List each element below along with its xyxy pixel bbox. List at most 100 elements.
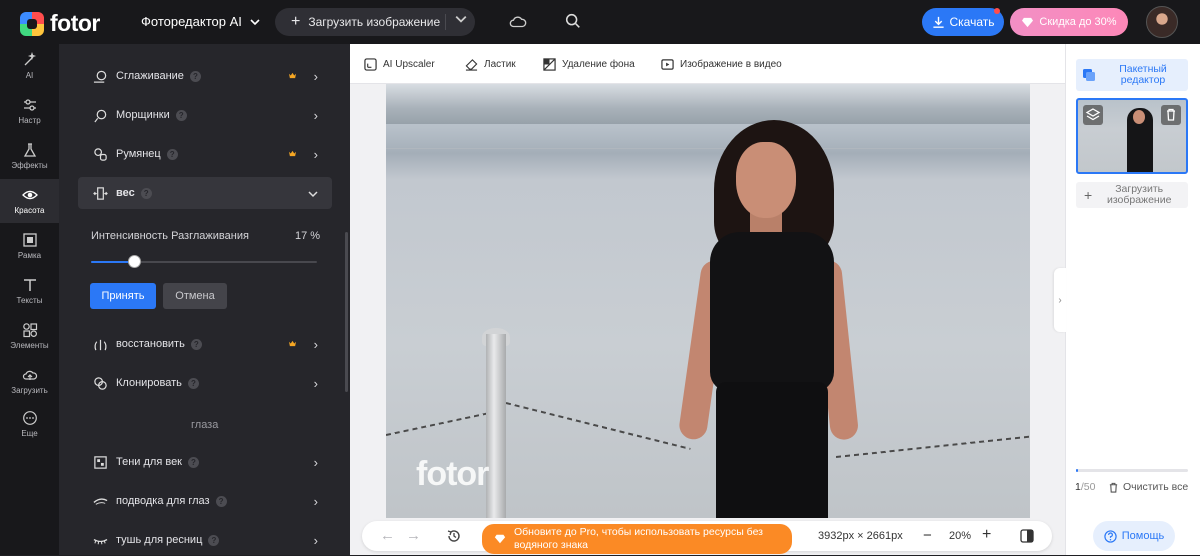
beauty-item-label: тушь для ресниц <box>116 534 203 546</box>
category-label: Эффекты <box>11 161 48 170</box>
intensity-slider-track[interactable] <box>91 261 317 263</box>
category-effects[interactable]: Эффекты <box>0 134 59 178</box>
help-icon[interactable]: ? <box>208 534 220 546</box>
category-label: Рамка <box>17 251 42 260</box>
flask-icon <box>23 143 36 157</box>
beauty-item-clone[interactable]: Клонировать ? › <box>78 367 332 399</box>
beauty-item-eyeshadow[interactable]: Тени для век ? › <box>78 446 332 478</box>
beauty-item-weight[interactable]: вес ? <box>78 177 332 209</box>
chevron-right-icon: › <box>313 376 318 391</box>
help-icon[interactable]: ? <box>187 377 199 389</box>
panel-scrollbar[interactable] <box>345 232 348 392</box>
beauty-item-wrinkles[interactable]: Морщинки ? › <box>78 99 332 131</box>
help-icon[interactable]: ? <box>189 70 201 82</box>
eyeliner-icon <box>92 493 108 509</box>
beauty-item-label: Тени для век <box>116 456 182 468</box>
ai-wand-icon <box>24 52 36 66</box>
redo-icon[interactable]: → <box>406 527 421 544</box>
zoom-level[interactable]: 20% <box>949 530 971 542</box>
sliders-icon <box>23 99 36 111</box>
beauty-item-blush[interactable]: Румянец ? › <box>78 138 332 170</box>
help-icon[interactable]: ? <box>215 495 227 507</box>
batch-editor-button[interactable]: Пакетный редактор <box>1076 59 1188 91</box>
category-frame[interactable]: Рамка <box>0 224 59 268</box>
chevron-right-icon: › <box>313 108 318 123</box>
beauty-item-smoothing[interactable]: Сглаживание ? › <box>78 60 332 92</box>
zoom-in-button[interactable]: + <box>982 526 991 544</box>
beauty-item-mascara[interactable]: тушь для ресниц ? › <box>78 524 332 556</box>
collapse-right-panel-button[interactable]: › <box>1054 268 1066 332</box>
beauty-item-label: Румянец <box>116 148 161 160</box>
category-text[interactable]: Тексты <box>0 269 59 313</box>
category-label: Еще <box>21 429 38 438</box>
tool-ai-upscaler[interactable]: AI Upscaler <box>364 58 435 71</box>
smooth-icon <box>92 68 108 84</box>
help-label: Помощь <box>1121 530 1165 542</box>
category-label: Тексты <box>16 296 43 305</box>
add-image-button[interactable]: + Загрузить изображение <box>1076 182 1188 208</box>
trash-icon <box>1109 482 1118 493</box>
cloud-icon[interactable] <box>509 13 527 31</box>
apply-button[interactable]: Принять <box>90 283 156 309</box>
bg-remove-icon <box>543 58 556 71</box>
help-icon[interactable]: ? <box>190 338 202 350</box>
tool-remove-background[interactable]: Удаление фона <box>543 58 635 71</box>
section-title-eyes: глаза <box>191 419 219 431</box>
frame-icon <box>22 233 37 247</box>
beauty-item-eyeliner[interactable]: подводка для глаз ? › <box>78 485 332 517</box>
trash-icon[interactable] <box>1161 105 1181 125</box>
download-button[interactable]: Скачать <box>922 8 1004 36</box>
category-ai[interactable]: AI <box>0 44 59 88</box>
category-elements[interactable]: Элементы <box>0 314 59 358</box>
help-icon[interactable]: ? <box>166 148 178 160</box>
upload-icon <box>22 370 37 380</box>
editor-menu[interactable]: Фоторедактор AI <box>141 14 260 29</box>
eraser-icon <box>465 59 478 71</box>
category-adjust[interactable]: Настр <box>0 89 59 133</box>
layers-icon[interactable] <box>1083 105 1103 125</box>
category-label: Загрузить <box>11 386 48 395</box>
category-upload[interactable]: Загрузить <box>0 359 59 403</box>
upgrade-pro-text: Обновите до Pro, чтобы использовать ресу… <box>514 526 763 551</box>
image-count-progress <box>1076 469 1188 472</box>
clear-all-button[interactable]: Очистить все <box>1108 481 1188 493</box>
category-beauty[interactable]: Красота <box>0 179 59 223</box>
chevron-down-icon[interactable] <box>455 13 467 25</box>
user-avatar[interactable] <box>1146 6 1178 38</box>
cancel-button[interactable]: Отмена <box>163 283 227 309</box>
pro-crown-icon <box>289 340 296 347</box>
history-icon[interactable] <box>446 528 462 544</box>
tool-label: Ластик <box>484 59 516 70</box>
intensity-label: Интенсивность Разглаживания <box>91 230 249 242</box>
discount-button[interactable]: Скидка до 30% <box>1010 8 1128 36</box>
help-icon[interactable]: ? <box>175 109 187 121</box>
tool-image-to-video[interactable]: Изображение в видео <box>661 58 782 71</box>
fotor-logo[interactable]: fotor <box>20 10 100 37</box>
divider <box>445 14 446 30</box>
canvas-image[interactable] <box>386 84 1030 518</box>
top-bar: fotor Фоторедактор AI + Загрузить изобра… <box>0 0 1200 44</box>
tool-eraser[interactable]: Ластик <box>465 58 516 71</box>
help-icon[interactable]: ? <box>140 187 152 199</box>
tool-category-bar: AI Настр Эффекты Красота Рамка Тексты Эл… <box>0 44 59 555</box>
compare-icon[interactable] <box>1020 529 1034 543</box>
editor-menu-label: Фоторедактор AI <box>141 14 242 29</box>
category-more[interactable]: Еще <box>0 402 59 446</box>
image-thumbnail[interactable] <box>1076 98 1188 174</box>
upgrade-pro-banner[interactable]: Обновите до Pro, чтобы использовать ресу… <box>482 524 792 554</box>
chevron-right-icon: › <box>313 337 318 352</box>
beauty-item-restore[interactable]: восстановить ? › <box>78 328 332 360</box>
beauty-item-label: восстановить <box>116 338 185 350</box>
beauty-item-label: подводка для глаз <box>116 495 210 507</box>
search-icon[interactable] <box>564 12 582 30</box>
diamond-icon <box>1022 17 1034 27</box>
image-count-total: /50 <box>1080 481 1096 493</box>
intensity-slider-handle[interactable] <box>127 255 141 268</box>
zoom-out-button[interactable]: − <box>923 527 932 544</box>
help-button[interactable]: Помощь <box>1093 521 1175 551</box>
upload-image-button[interactable]: + Загрузить изображение <box>275 8 475 36</box>
help-icon[interactable]: ? <box>188 456 199 468</box>
undo-icon[interactable]: ← <box>380 527 395 544</box>
image-count-progress-fill <box>1076 469 1079 472</box>
beauty-item-label: Клонировать <box>116 377 182 389</box>
